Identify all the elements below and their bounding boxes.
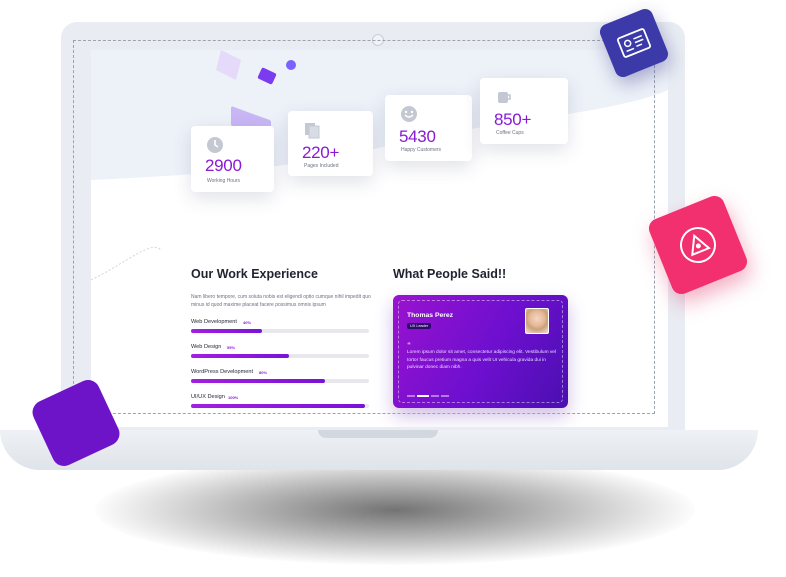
skill-track	[191, 354, 369, 358]
webcam	[372, 34, 384, 46]
coffee-cup-icon	[494, 88, 514, 108]
carousel-dot[interactable]	[441, 395, 449, 397]
skill-name: UI/UX Design	[191, 394, 225, 400]
skill-fill	[191, 379, 325, 383]
carousel-dots[interactable]	[407, 387, 451, 405]
laptop-screen: 2900 Working Hours 220+ Pages Included 5…	[91, 50, 668, 427]
stat-label: Pages Included	[304, 163, 339, 169]
clock-icon	[205, 136, 225, 156]
skill-percent: 55%	[227, 345, 236, 350]
carousel-dot[interactable]	[417, 395, 429, 397]
avatar	[525, 308, 549, 334]
stat-label: Working Hours	[207, 178, 240, 184]
carousel-dot[interactable]	[407, 395, 415, 397]
skill-web-development: Web Development 40%	[191, 319, 369, 339]
testimonial-card: Thomas Perez UX Leader ❝ Lorem ipsum dol…	[393, 295, 568, 408]
stat-value: 850+	[494, 110, 532, 129]
experience-text: Nam libero tempore, cum soluta nobis est…	[191, 294, 371, 308]
skill-web-design: Web Design 55%	[191, 344, 369, 364]
skill-percent: 40%	[243, 320, 252, 325]
skill-wordpress-development: WordPress Development 80%	[191, 369, 369, 389]
testimonial-text: Lorem ipsum dolor sit amet, consectetur …	[407, 350, 557, 370]
skill-track	[191, 379, 369, 383]
skill-name: Web Design	[191, 344, 222, 350]
laptop-shadow	[95, 455, 695, 565]
stat-card-working-hours: 2900 Working Hours	[191, 126, 274, 192]
skill-fill	[191, 354, 289, 358]
stat-label: Happy Customers	[401, 147, 442, 153]
quote-icon: ❝	[407, 342, 411, 349]
skill-ui-ux-design: UI/UX Design 100%	[191, 394, 369, 414]
skill-name: Web Development	[191, 319, 237, 325]
skill-track	[191, 329, 369, 333]
skill-fill	[191, 329, 263, 333]
testimonial-author: Thomas Perez	[407, 312, 454, 319]
skill-track	[191, 404, 369, 408]
stat-card-pages: 220+ Pages Included	[288, 111, 373, 176]
testimonials-title: What People Said!!	[393, 267, 507, 281]
stat-value: 220+	[302, 143, 340, 162]
skill-name: WordPress Development	[191, 369, 254, 375]
laptop-notch	[318, 430, 438, 438]
stat-value: 5430	[399, 127, 436, 146]
smile-icon	[399, 105, 419, 125]
skill-percent: 100%	[228, 395, 239, 400]
pages-icon	[302, 121, 322, 141]
stat-card-customers: 5430 Happy Customers	[385, 95, 472, 161]
stat-card-coffee: 850+ Coffee Cups	[480, 78, 568, 144]
testimonial-role-badge: UX Leader	[407, 323, 432, 329]
carousel-dot[interactable]	[431, 395, 439, 397]
stat-value: 2900	[205, 156, 242, 175]
stat-label: Coffee Cups	[496, 130, 524, 136]
skill-percent: 80%	[259, 370, 268, 375]
screen-background	[91, 50, 668, 300]
skill-fill	[191, 404, 366, 408]
experience-title: Our Work Experience	[191, 267, 318, 281]
